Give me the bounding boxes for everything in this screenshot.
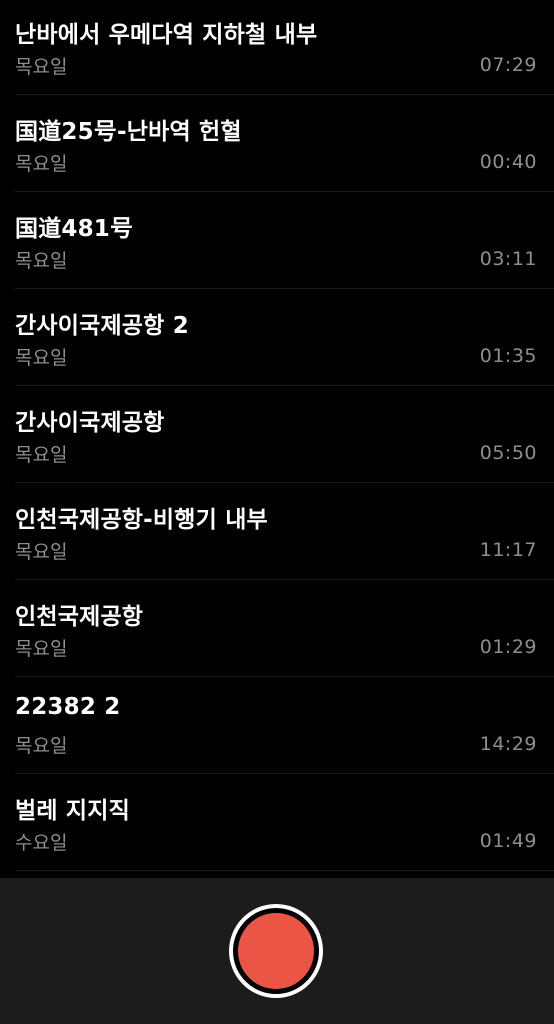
recording-row[interactable]: 난바에서 우메다역 지하철 내부 목요일 07:29 [0,0,554,95]
recording-day: 목요일 [15,541,68,563]
recording-day: 목요일 [15,153,68,175]
recording-day: 목요일 [15,347,68,369]
recording-duration: 03:11 [479,248,537,270]
recording-duration: 01:49 [479,830,537,852]
record-button[interactable] [229,904,323,998]
recording-row[interactable]: 벌레 지지직 수요일 01:49 [0,774,554,871]
recording-row[interactable]: 인천국제공항-비행기 내부 목요일 11:17 [0,483,554,580]
recording-duration: 05:50 [479,442,537,464]
recording-day: 목요일 [15,735,68,757]
recording-title: 国道481号 [15,216,134,242]
recording-day: 수요일 [15,832,68,854]
recording-title: 난바에서 우메다역 지하철 내부 [15,22,318,48]
recording-duration: 00:40 [479,151,537,173]
recording-day: 목요일 [15,56,68,78]
recording-row[interactable]: 国道481号 목요일 03:11 [0,192,554,289]
recording-duration: 01:35 [479,345,537,367]
recording-duration: 11:17 [479,539,537,561]
recording-duration: 07:29 [479,54,537,76]
recording-title: 간사이국제공항 2 [15,313,189,339]
recording-row[interactable]: 간사이국제공항 목요일 05:50 [0,386,554,483]
recording-day: 목요일 [15,638,68,660]
recording-title: 인천국제공항-비행기 내부 [15,507,268,533]
recording-title: 22382 2 [15,694,121,720]
recording-duration: 14:29 [479,733,537,755]
recording-title: 벌레 지지직 [15,798,131,824]
recording-row[interactable]: 国道25号-난바역 헌혈 목요일 00:40 [0,95,554,192]
recording-title: 国道25号-난바역 헌혈 [15,119,242,145]
recording-duration: 01:29 [479,636,537,658]
recordings-list: 난바에서 우메다역 지하철 내부 목요일 07:29 国道25号-난바역 헌혈 … [0,0,554,878]
recording-day: 목요일 [15,444,68,466]
recording-day: 목요일 [15,250,68,272]
recording-row[interactable]: 인천국제공항 목요일 01:29 [0,580,554,677]
recording-row[interactable]: 간사이국제공항 2 목요일 01:35 [0,289,554,386]
recording-title: 인천국제공항 [15,604,144,630]
record-icon [238,913,314,989]
recording-row[interactable]: 22382 2 목요일 14:29 [0,677,554,774]
recording-title: 간사이국제공항 [15,410,165,436]
